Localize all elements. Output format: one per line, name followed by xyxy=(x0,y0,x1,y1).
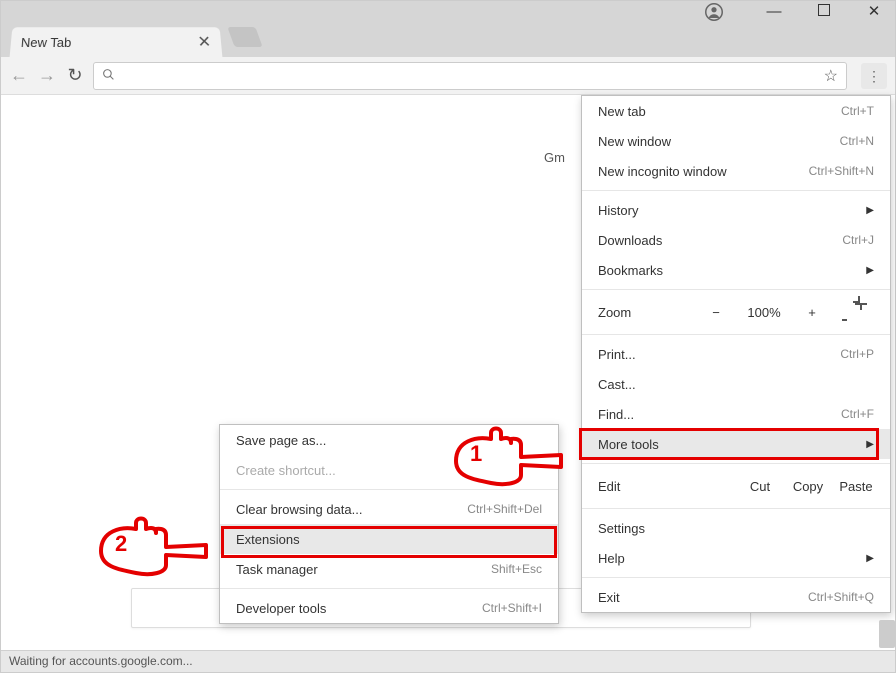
menu-label: Save page as... xyxy=(236,433,326,448)
status-bar: Waiting for accounts.google.com... xyxy=(1,650,895,672)
menu-label: Task manager xyxy=(236,562,318,577)
menu-item-new-window[interactable]: New window Ctrl+N xyxy=(582,126,890,156)
menu-label: Bookmarks xyxy=(598,263,663,278)
menu-shortcut: Shift+Esc xyxy=(491,562,542,576)
menu-label: Extensions xyxy=(236,532,300,547)
menu-shortcut: Ctrl+J xyxy=(842,233,874,247)
window-titlebar: — ✕ xyxy=(1,1,895,21)
menu-item-downloads[interactable]: Downloads Ctrl+J xyxy=(582,225,890,255)
bookmark-star-icon[interactable]: ☆ xyxy=(824,66,838,86)
tab-strip: New Tab ✕ xyxy=(1,21,895,57)
menu-label: Edit xyxy=(598,479,698,494)
submenu-item-clear-data[interactable]: Clear browsing data... Ctrl+Shift+Del xyxy=(220,494,558,524)
menu-shortcut: Ctrl+Shift+I xyxy=(482,601,542,615)
menu-label: Help xyxy=(598,551,625,566)
submenu-arrow-icon: ▶ xyxy=(866,265,874,276)
menu-item-zoom: Zoom − 100% + xyxy=(582,294,890,330)
scrollbar-thumb[interactable] xyxy=(879,620,895,648)
submenu-arrow-icon: ▶ xyxy=(866,205,874,216)
menu-label: Exit xyxy=(598,590,620,605)
navigation-toolbar: ← → ↻ ☆ ⋮ xyxy=(1,57,895,95)
menu-label: Create shortcut... xyxy=(236,463,336,478)
menu-shortcut: Ctrl+F xyxy=(841,407,874,421)
submenu-item-save-page[interactable]: Save page as... xyxy=(220,425,558,455)
new-tab-button[interactable] xyxy=(227,27,262,47)
menu-label: New window xyxy=(598,134,671,149)
menu-item-new-incognito[interactable]: New incognito window Ctrl+Shift+N xyxy=(582,156,890,186)
zoom-value: 100% xyxy=(746,305,782,320)
tab-title: New Tab xyxy=(20,35,71,50)
omnibox-input[interactable] xyxy=(121,68,824,84)
address-bar[interactable]: ☆ xyxy=(93,62,847,90)
menu-shortcut: Ctrl+N xyxy=(840,134,874,148)
zoom-out-button[interactable]: − xyxy=(698,305,734,320)
menu-label: Developer tools xyxy=(236,601,326,616)
zoom-in-button[interactable]: + xyxy=(794,305,830,320)
fullscreen-button[interactable] xyxy=(842,303,878,321)
menu-separator xyxy=(582,289,890,290)
menu-item-settings[interactable]: Settings xyxy=(582,513,890,543)
menu-label: Cast... xyxy=(598,377,636,392)
window-close-button[interactable]: ✕ xyxy=(863,2,885,20)
menu-item-exit[interactable]: Exit Ctrl+Shift+Q xyxy=(582,582,890,612)
menu-item-print[interactable]: Print... Ctrl+P xyxy=(582,339,890,369)
menu-item-help[interactable]: Help ▶ xyxy=(582,543,890,573)
forward-button[interactable]: → xyxy=(37,65,57,86)
menu-separator xyxy=(220,489,558,490)
gmail-link[interactable]: Gm xyxy=(544,150,565,165)
menu-shortcut: Ctrl+Shift+Del xyxy=(467,502,542,516)
menu-separator xyxy=(582,508,890,509)
menu-label: More tools xyxy=(598,437,659,452)
submenu-arrow-icon: ▶ xyxy=(866,439,874,450)
menu-item-new-tab[interactable]: New tab Ctrl+T xyxy=(582,96,890,126)
chrome-menu-button[interactable]: ⋮ xyxy=(861,63,887,89)
menu-shortcut: Ctrl+Shift+N xyxy=(809,164,874,178)
status-text: Waiting for accounts.google.com... xyxy=(9,654,193,668)
browser-tab[interactable]: New Tab ✕ xyxy=(10,27,223,57)
menu-separator xyxy=(582,190,890,191)
submenu-item-developer-tools[interactable]: Developer tools Ctrl+Shift+I xyxy=(220,593,558,623)
back-button[interactable]: ← xyxy=(9,65,29,86)
menu-label: Print... xyxy=(598,347,636,362)
more-tools-submenu: Save page as... Create shortcut... Clear… xyxy=(219,424,559,624)
search-icon xyxy=(102,68,115,84)
submenu-arrow-icon: ▶ xyxy=(866,553,874,564)
menu-label: New incognito window xyxy=(598,164,727,179)
edit-paste-button[interactable]: Paste xyxy=(838,479,874,494)
menu-shortcut: Ctrl+T xyxy=(841,104,874,118)
window-maximize-button[interactable] xyxy=(813,3,835,20)
window-minimize-button[interactable]: — xyxy=(763,3,785,20)
chrome-main-menu: New tab Ctrl+T New window Ctrl+N New inc… xyxy=(581,95,891,613)
menu-label: New tab xyxy=(598,104,646,119)
menu-label: Settings xyxy=(598,521,645,536)
reload-button[interactable]: ↻ xyxy=(65,65,85,86)
menu-label: History xyxy=(598,203,638,218)
menu-item-history[interactable]: History ▶ xyxy=(582,195,890,225)
submenu-item-extensions[interactable]: Extensions xyxy=(220,524,558,554)
menu-label: Clear browsing data... xyxy=(236,502,362,517)
menu-shortcut: Ctrl+Shift+Q xyxy=(808,590,874,604)
menu-label: Zoom xyxy=(598,305,698,320)
submenu-item-task-manager[interactable]: Task manager Shift+Esc xyxy=(220,554,558,584)
menu-separator xyxy=(582,334,890,335)
menu-item-bookmarks[interactable]: Bookmarks ▶ xyxy=(582,255,890,285)
menu-separator xyxy=(582,463,890,464)
menu-separator xyxy=(220,588,558,589)
edit-cut-button[interactable]: Cut xyxy=(742,479,778,494)
menu-shortcut: Ctrl+P xyxy=(840,347,874,361)
menu-separator xyxy=(582,577,890,578)
menu-item-cast[interactable]: Cast... xyxy=(582,369,890,399)
menu-item-edit: Edit Cut Copy Paste xyxy=(582,468,890,504)
menu-label: Downloads xyxy=(598,233,662,248)
menu-label: Find... xyxy=(598,407,634,422)
menu-item-more-tools[interactable]: More tools ▶ xyxy=(582,429,890,459)
submenu-item-create-shortcut: Create shortcut... xyxy=(220,455,558,485)
user-profile-icon[interactable] xyxy=(705,3,723,26)
menu-item-find[interactable]: Find... Ctrl+F xyxy=(582,399,890,429)
edit-copy-button[interactable]: Copy xyxy=(790,479,826,494)
tab-close-icon[interactable]: ✕ xyxy=(197,32,212,52)
